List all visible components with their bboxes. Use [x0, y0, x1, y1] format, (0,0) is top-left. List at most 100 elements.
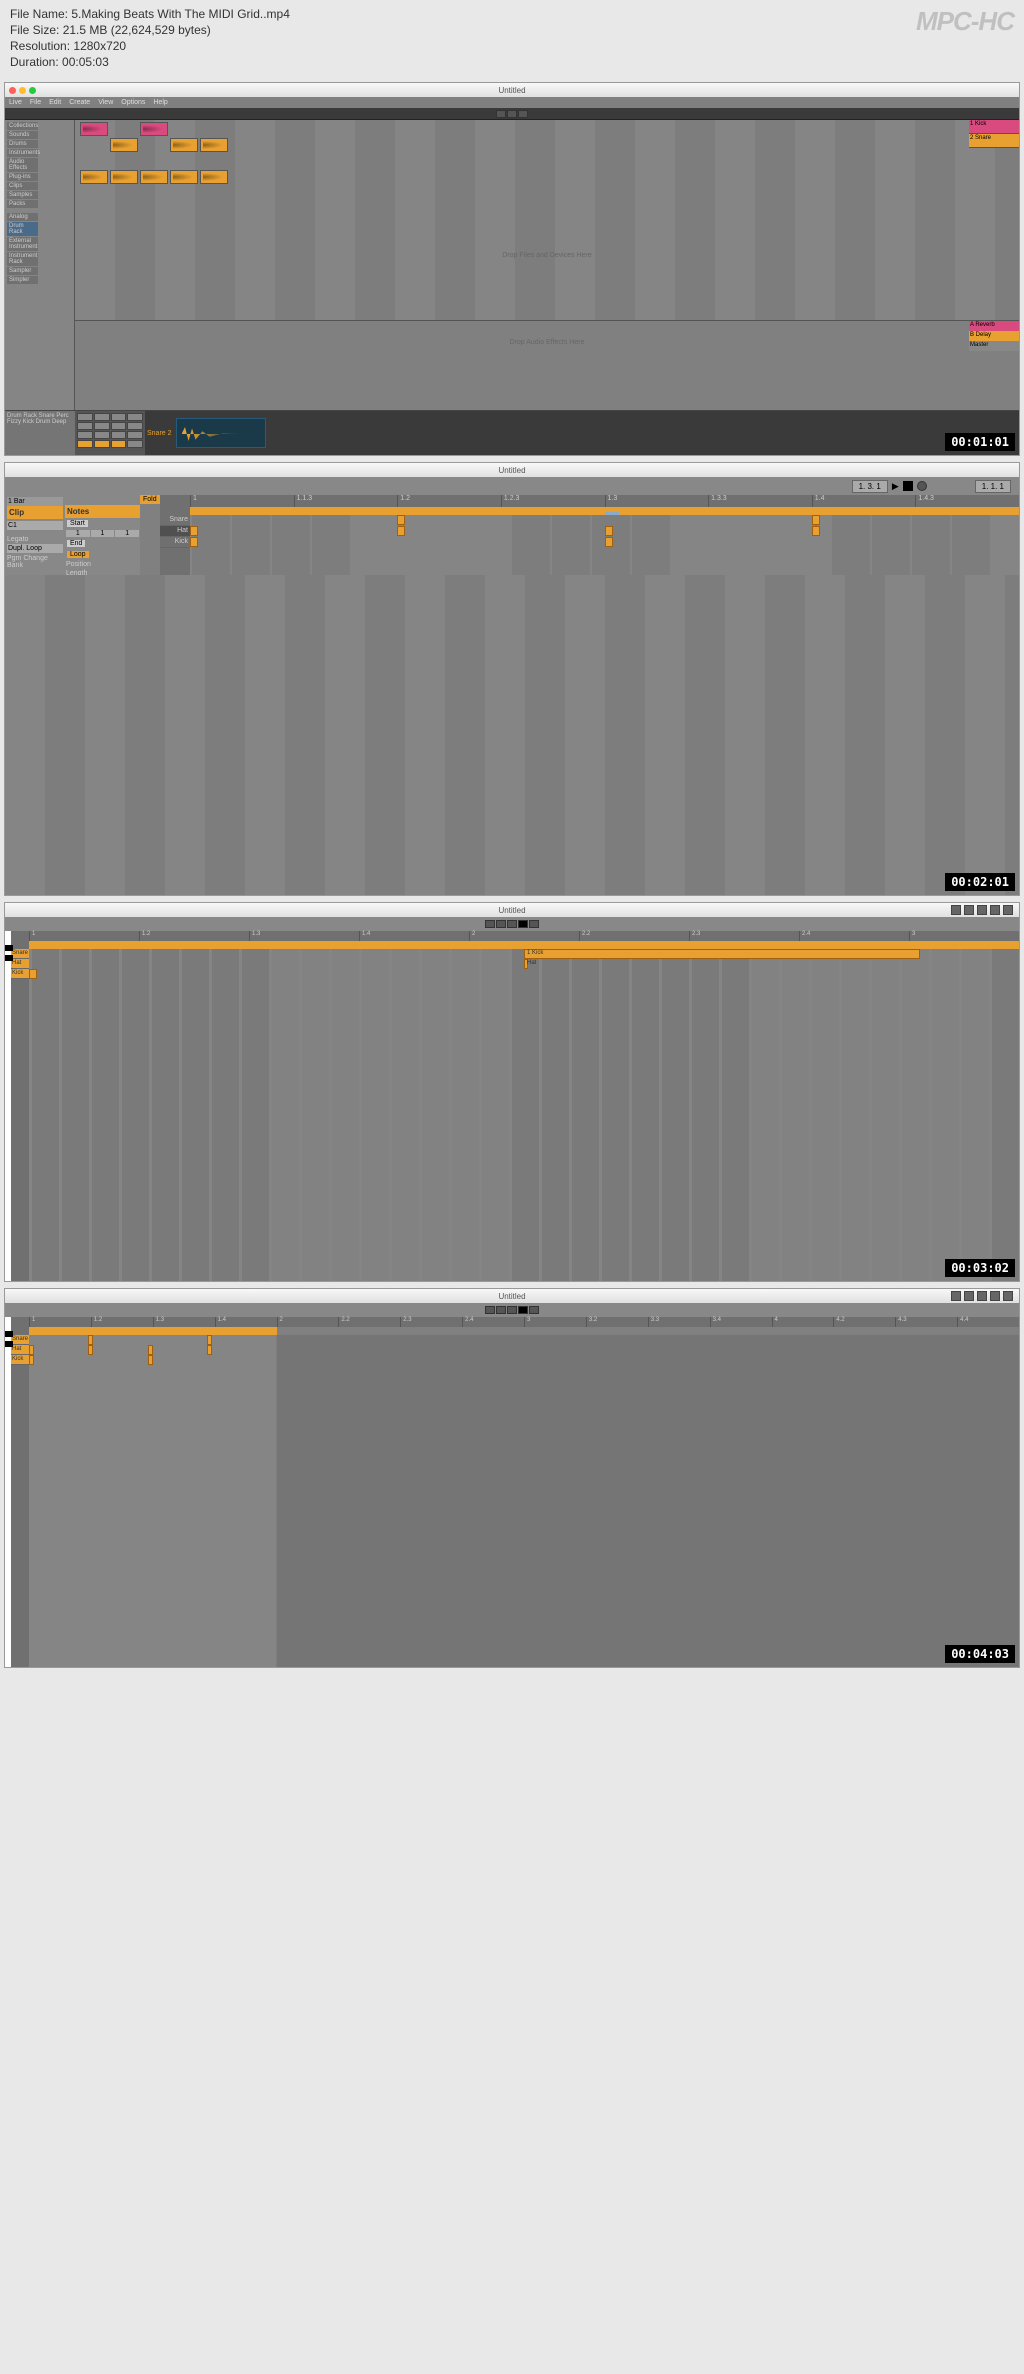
effects-drop[interactable]: Drop Audio Effects Here	[75, 321, 1019, 346]
trash-icon[interactable]	[990, 905, 1000, 915]
piano-roll-keys[interactable]	[5, 931, 11, 1281]
audio-clip[interactable]	[80, 170, 108, 184]
record-button[interactable]	[518, 110, 528, 118]
midi-note[interactable]	[29, 1355, 34, 1365]
start-bars[interactable]: 1	[66, 530, 90, 537]
arrangement-view[interactable]: 1 Kick 2 Snare Drop Files and Devices He…	[75, 120, 1019, 410]
browser-item[interactable]: Collections	[7, 122, 38, 130]
record-button[interactable]	[917, 481, 927, 491]
midi-note[interactable]	[397, 515, 405, 525]
layout-icon[interactable]	[1003, 905, 1013, 915]
drum-pad[interactable]	[94, 422, 110, 430]
midi-ruler[interactable]: 1 1.1.3 1.2 1.2.3 1.3 1.3.3 1.4 1.4.3	[190, 495, 1019, 507]
midi-note[interactable]	[207, 1345, 212, 1355]
drum-pad[interactable]	[127, 431, 143, 439]
loop-brace[interactable]	[29, 941, 1019, 949]
drum-pad[interactable]	[77, 431, 93, 439]
browser-item[interactable]: Clips	[7, 182, 38, 190]
browser-item[interactable]: Instruments	[7, 149, 38, 157]
bars-display[interactable]: 1. 3. 1	[852, 480, 888, 493]
audio-clip[interactable]	[140, 122, 168, 136]
track-header[interactable]: 2 Snare	[969, 134, 1019, 148]
drum-pad[interactable]	[127, 440, 143, 448]
lane-kick[interactable]: Kick	[160, 537, 190, 548]
midi-note[interactable]	[397, 526, 405, 536]
drop-area[interactable]: Drop Files and Devices Here	[75, 190, 1019, 320]
play-button[interactable]	[496, 110, 506, 118]
browser-item[interactable]: Samples	[7, 191, 38, 199]
traffic-lights[interactable]	[9, 87, 36, 94]
settings-icon[interactable]	[964, 905, 974, 915]
midi-note[interactable]	[190, 537, 198, 547]
view-icon[interactable]	[977, 1291, 987, 1301]
dupl-loop-button[interactable]: Dupl. Loop	[7, 544, 63, 553]
drum-pad[interactable]	[127, 422, 143, 430]
browser-panel[interactable]: Collections Sounds Drums Instruments Aud…	[5, 120, 75, 410]
return-track[interactable]: B Delay	[969, 331, 1019, 341]
tb-button[interactable]	[496, 920, 506, 928]
midi-note[interactable]	[148, 1355, 153, 1365]
drum-pad[interactable]	[111, 413, 127, 421]
lane-snare[interactable]: Snare	[11, 949, 29, 959]
midi-note[interactable]	[29, 969, 37, 979]
menu-help[interactable]: Help	[153, 99, 167, 106]
midi-ruler[interactable]: 1 1.2 1.3 1.4 2 2.2 2.3 2.4 3	[29, 931, 1019, 941]
browser-item[interactable]: Instrument Rack	[7, 252, 38, 266]
lane-snare[interactable]: Snare	[160, 515, 190, 526]
lane-hat[interactable]: Hat	[11, 1345, 29, 1355]
stop-button[interactable]	[518, 1306, 528, 1314]
play-button[interactable]	[507, 920, 517, 928]
browser-item[interactable]: Simpler	[7, 276, 38, 284]
loop-button[interactable]: Loop	[66, 550, 90, 559]
stop-button[interactable]	[903, 481, 913, 491]
browser-item[interactable]: External Instrument	[7, 237, 38, 251]
layout-icon[interactable]	[1003, 1291, 1013, 1301]
menu-create[interactable]: Create	[69, 99, 90, 106]
clip-tab[interactable]: Clip	[7, 506, 63, 519]
lane-hat[interactable]: Hat	[160, 526, 190, 537]
start-16ths[interactable]: 1	[115, 530, 139, 537]
quantize-selector[interactable]: 1 Bar	[7, 497, 63, 506]
audio-clip[interactable]	[200, 170, 228, 184]
browser-item[interactable]: Analog	[7, 213, 38, 221]
drum-rack[interactable]	[75, 411, 145, 455]
audio-clip[interactable]	[80, 122, 108, 136]
pitch-field[interactable]: C1	[7, 521, 63, 530]
audio-clip[interactable]	[110, 170, 138, 184]
loop-brace[interactable]	[29, 1327, 277, 1335]
midi-grid-empty[interactable]	[29, 1501, 1019, 1667]
drum-pad[interactable]	[77, 422, 93, 430]
lane-hat[interactable]: Hat	[11, 959, 29, 969]
browser-item[interactable]: Drums	[7, 140, 38, 148]
menu-edit[interactable]: Edit	[49, 99, 61, 106]
tb-button[interactable]	[496, 1306, 506, 1314]
audio-clip[interactable]	[170, 138, 198, 152]
waveform-display[interactable]	[176, 418, 266, 448]
audio-clip[interactable]	[170, 170, 198, 184]
position-display[interactable]: 1. 1. 1	[975, 480, 1011, 493]
midi-note[interactable]	[88, 1335, 93, 1345]
stop-button[interactable]	[507, 110, 517, 118]
browser-item[interactable]: Packs	[7, 200, 38, 208]
drum-pad[interactable]	[94, 440, 110, 448]
browser-item[interactable]: Sampler	[7, 267, 38, 275]
midi-note[interactable]	[605, 526, 613, 536]
lane-kick[interactable]: Kick	[11, 1355, 29, 1365]
browser-item[interactable]: Audio Effects	[7, 158, 38, 172]
midi-note[interactable]	[605, 537, 613, 547]
drum-pad[interactable]	[94, 413, 110, 421]
midi-note[interactable]	[148, 1345, 153, 1355]
midi-note[interactable]	[190, 526, 198, 536]
menu-live[interactable]: Live	[9, 99, 22, 106]
tb-button[interactable]	[485, 920, 495, 928]
notes-tab[interactable]: Notes	[65, 505, 140, 518]
menu-bar[interactable]: Live File Edit Create View Options Help	[5, 97, 1019, 108]
lane-snare[interactable]: Snare	[11, 1335, 29, 1345]
browser-item[interactable]: Plug-ins	[7, 173, 38, 181]
stop-button[interactable]	[518, 920, 528, 928]
track-header[interactable]: 1 Kick	[969, 120, 1019, 134]
camera-icon[interactable]	[951, 905, 961, 915]
midi-note[interactable]: Hat	[524, 959, 528, 969]
audio-clip[interactable]	[200, 138, 228, 152]
simpler-device[interactable]: Snare 2	[145, 411, 1019, 455]
